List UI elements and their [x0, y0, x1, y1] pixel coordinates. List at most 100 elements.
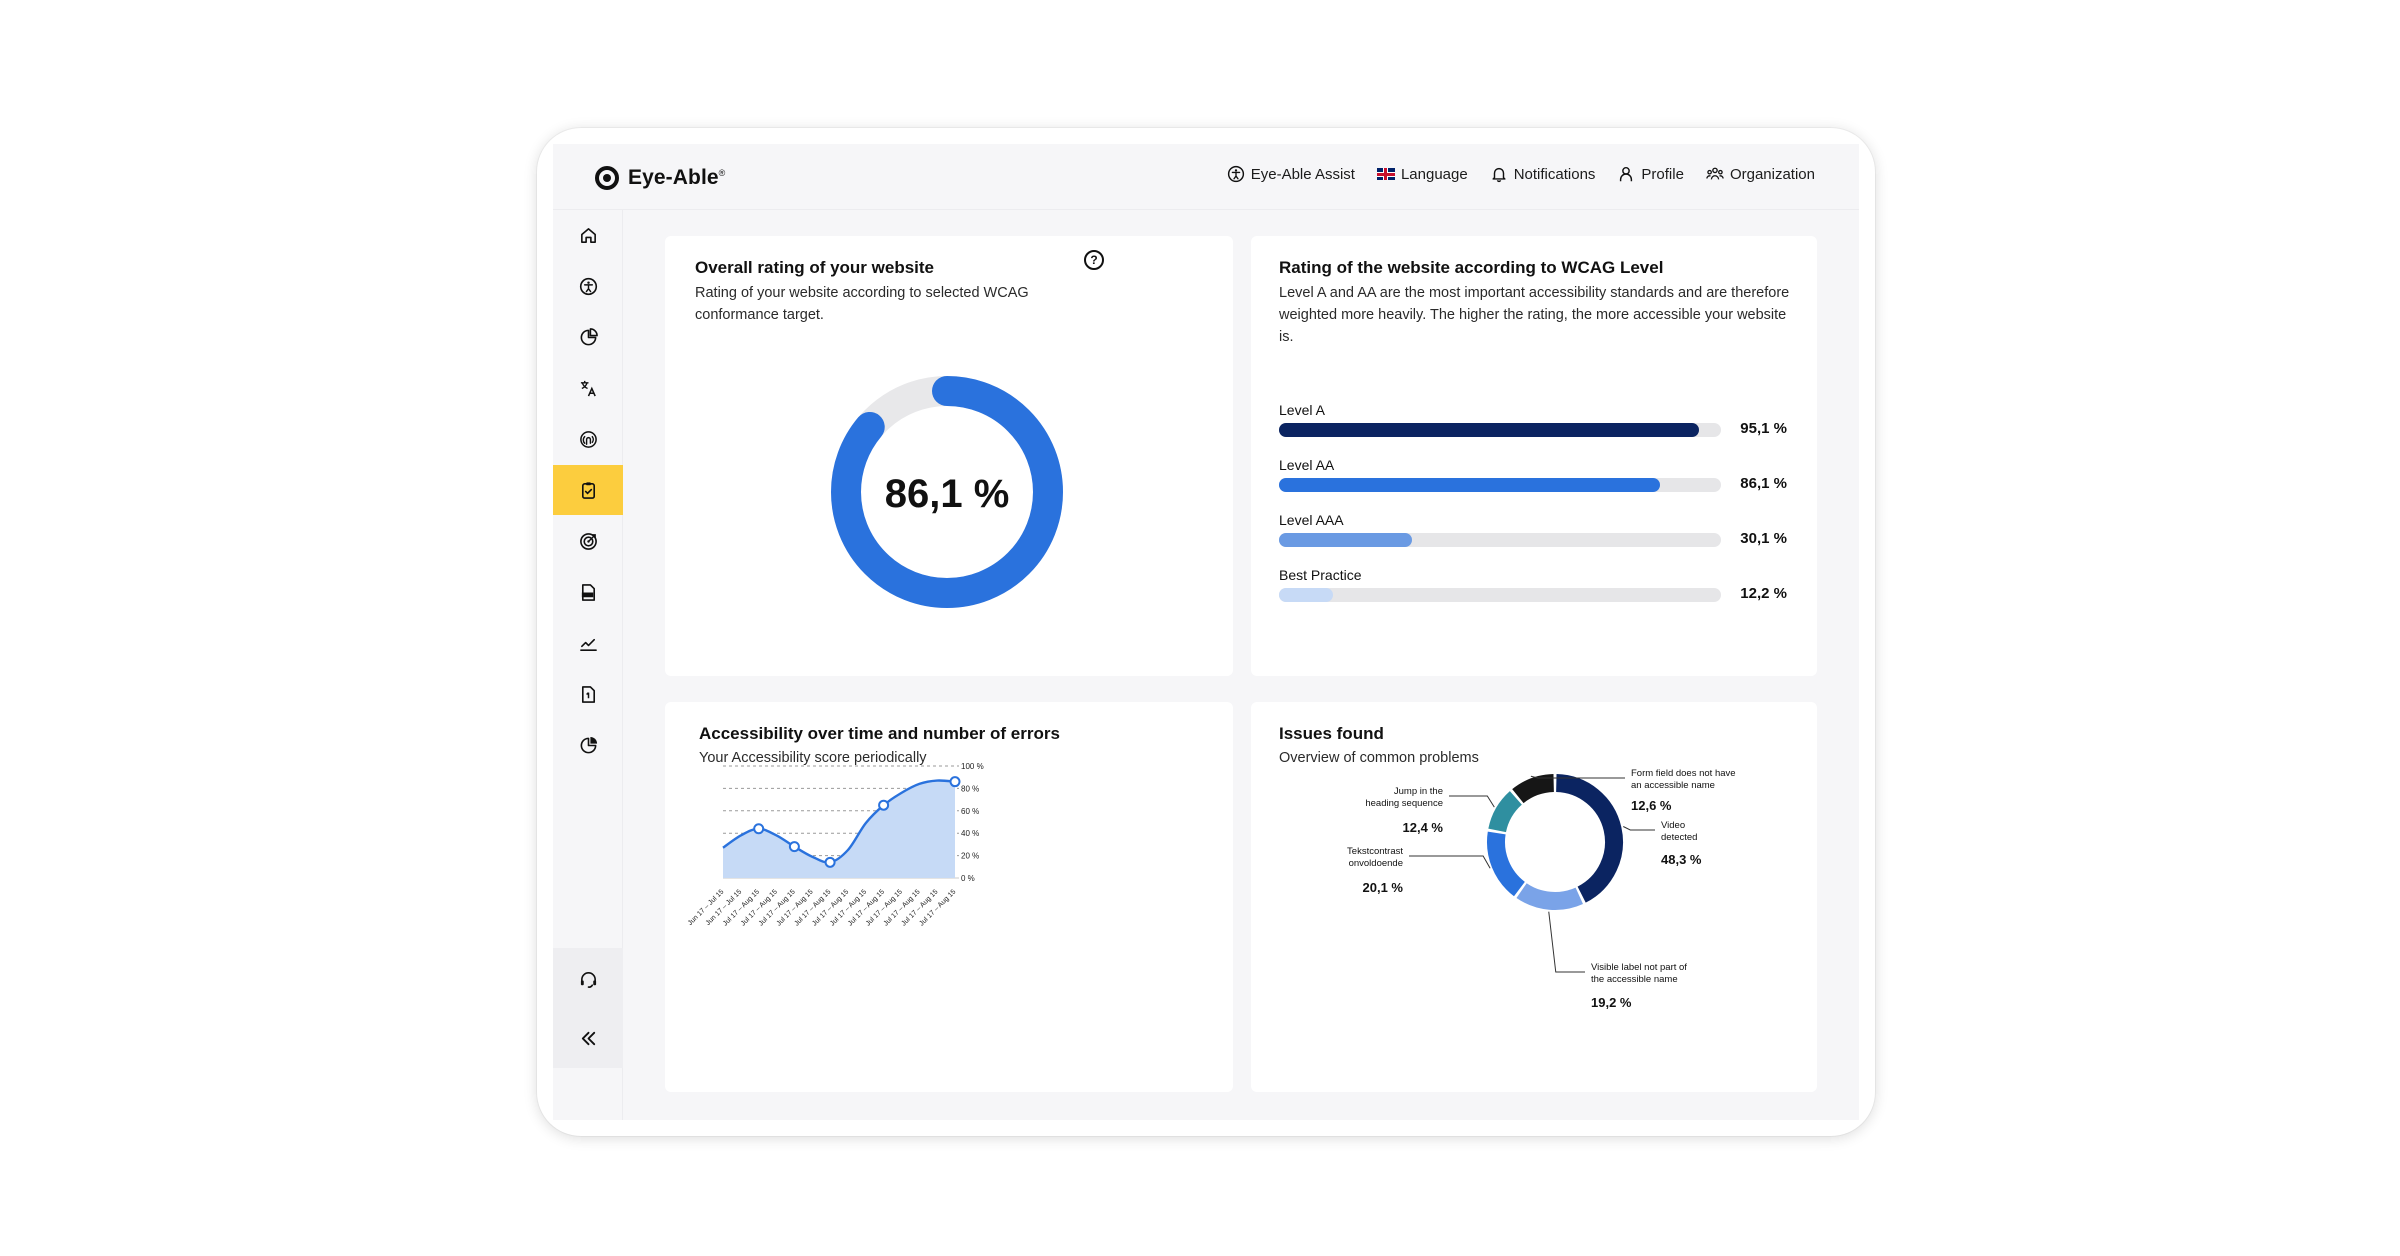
level-aa-bar: [1279, 478, 1660, 492]
best-practice-label: Best Practice: [1279, 567, 1362, 583]
level-aa-label: Level AA: [1279, 457, 1335, 473]
y-tick-label: 0 %: [961, 874, 975, 883]
level-aa-track: [1279, 478, 1721, 492]
level-aaa-value: 30,1 %: [1740, 530, 1787, 547]
collapse-icon: [581, 1031, 595, 1045]
sidebar-item-pdf[interactable]: [553, 567, 623, 617]
donut-slice[interactable]: [1555, 774, 1623, 903]
timeline-card: Accessibility over time and number of er…: [665, 702, 1233, 1092]
sidebar-item-audit[interactable]: [553, 465, 623, 515]
nav-eye-able-assist[interactable]: Eye-Able Assist: [1227, 165, 1355, 183]
uk-flag-icon: [1376, 168, 1395, 180]
fingerprint-icon: [579, 430, 597, 448]
leader-line: [1548, 911, 1585, 973]
logo-text: Eye-Able: [628, 166, 719, 189]
bell-icon: [1492, 167, 1506, 183]
level-a-bar: [1279, 423, 1700, 437]
slice-value: 12,4 %: [1403, 820, 1444, 835]
donut-slice[interactable]: [1512, 774, 1555, 804]
sidebar-item-trends[interactable]: [553, 618, 623, 668]
data-point[interactable]: [753, 823, 765, 835]
sidebar-bottom-group: [553, 948, 623, 1068]
accessibility-icon: [1227, 165, 1244, 183]
slice-value: 48,3 %: [1661, 852, 1702, 867]
group-icon: [1706, 167, 1724, 180]
level-aaa-label: Level AAA: [1279, 512, 1344, 528]
y-tick-label: 20 %: [961, 852, 979, 861]
pie-chart-icon: [580, 327, 598, 345]
clipboard-check-icon: [581, 481, 595, 499]
nav-label: Language: [1400, 165, 1468, 183]
sidebar-collapse-button[interactable]: [553, 1013, 623, 1063]
donut-slice[interactable]: [1516, 882, 1583, 910]
level-aaa-track: [1279, 533, 1721, 547]
leader-line: [1623, 826, 1655, 831]
leader-line: [1409, 855, 1491, 869]
slice-label: Jump in the heading sequence: [1365, 786, 1443, 809]
target-icon: [579, 532, 597, 550]
nav-label: Eye-Able Assist: [1250, 165, 1355, 183]
slice-value: 20,1 %: [1363, 880, 1404, 895]
home-icon: [580, 227, 596, 243]
best-practice-value: 12,2 %: [1740, 585, 1787, 602]
top-bar: Eye-Able® Eye-Able Assist Language Notif…: [553, 144, 1859, 210]
card-title: Rating of the website according to WCAG …: [1279, 258, 1664, 277]
sidebar-item-home[interactable]: [553, 210, 623, 260]
y-tick-label: 60 %: [961, 807, 979, 816]
nav-organization[interactable]: Organization: [1706, 165, 1815, 183]
line-chart-icon: [579, 638, 597, 651]
level-a-track: [1279, 423, 1721, 437]
y-tick-label: 40 %: [961, 829, 979, 838]
level-aa-value: 86,1 %: [1740, 475, 1787, 492]
y-tick-label: 80 %: [961, 784, 979, 793]
level-aaa-bar: [1279, 533, 1413, 547]
sidebar-item-support[interactable]: [553, 954, 623, 1004]
accessibility-area-chart: 100 %80 %60 %40 %20 %0 %Jun 17 – Jul 15J…: [687, 762, 984, 928]
sidebar-item-assist[interactable]: [553, 261, 623, 311]
sidebar-item-translate[interactable]: [553, 363, 623, 413]
data-point[interactable]: [949, 776, 961, 788]
data-point[interactable]: [788, 841, 800, 853]
slice-label: Tekstcontrast onvoldoende: [1347, 846, 1403, 869]
data-point[interactable]: [824, 856, 836, 868]
sidebar-item-fingerprint[interactable]: [553, 414, 623, 464]
user-icon: [1620, 166, 1633, 182]
logo[interactable]: Eye-Able®: [595, 164, 725, 192]
nav-label: Organization: [1729, 165, 1815, 183]
level-a-value: 95,1 %: [1740, 420, 1787, 437]
score-donut: 86,1 %: [831, 376, 1063, 608]
nav-label: Notifications: [1513, 165, 1596, 183]
slice-value: 12,6 %: [1631, 798, 1672, 813]
best-practice-track: [1279, 588, 1721, 602]
sidebar-item-target[interactable]: [553, 516, 623, 566]
support-icon: [580, 971, 596, 988]
sidebar-item-analytics[interactable]: [553, 720, 623, 770]
nav-label: Profile: [1641, 165, 1684, 183]
best-practice-bar: [1279, 588, 1333, 602]
card-subtitle: Level A and AA are the most important ac…: [1279, 285, 1790, 345]
sidebar-item-report[interactable]: [553, 669, 623, 719]
nav-notifications[interactable]: Notifications: [1490, 165, 1596, 183]
slice-value: 19,2 %: [1591, 995, 1632, 1010]
translate-icon: [580, 380, 596, 396]
sidebar: [553, 210, 623, 1120]
pdf-icon: [581, 583, 595, 601]
top-nav: Eye-Able Assist Language Notifications P…: [1227, 165, 1815, 183]
data-point[interactable]: [878, 799, 890, 811]
donut-slice[interactable]: [1488, 791, 1523, 833]
slice-label: Form field does not have an accessible na…: [1631, 768, 1736, 791]
donut-slice[interactable]: [1487, 831, 1526, 897]
sidebar-item-statistics[interactable]: [553, 312, 623, 362]
document-icon: [581, 685, 595, 703]
overall-rating-card: Overall rating of your website ? Rating …: [665, 236, 1233, 676]
wcag-level-card: Rating of the website according to WCAG …: [1251, 236, 1817, 676]
eye-able-logo-icon: [595, 166, 619, 190]
nav-profile[interactable]: Profile: [1617, 165, 1684, 183]
app-screen: Eye-Able® Eye-Able Assist Language Notif…: [553, 144, 1859, 1120]
nav-language[interactable]: Language: [1376, 165, 1468, 183]
level-a-label: Level A: [1279, 402, 1325, 418]
issues-donut-chart: Video detected 48,3 % Visible label not par…: [1347, 768, 1736, 1010]
slice-label: Video detected: [1661, 820, 1697, 843]
score-value: 86,1 %: [885, 472, 1010, 516]
pie-chart-icon: [580, 736, 597, 753]
